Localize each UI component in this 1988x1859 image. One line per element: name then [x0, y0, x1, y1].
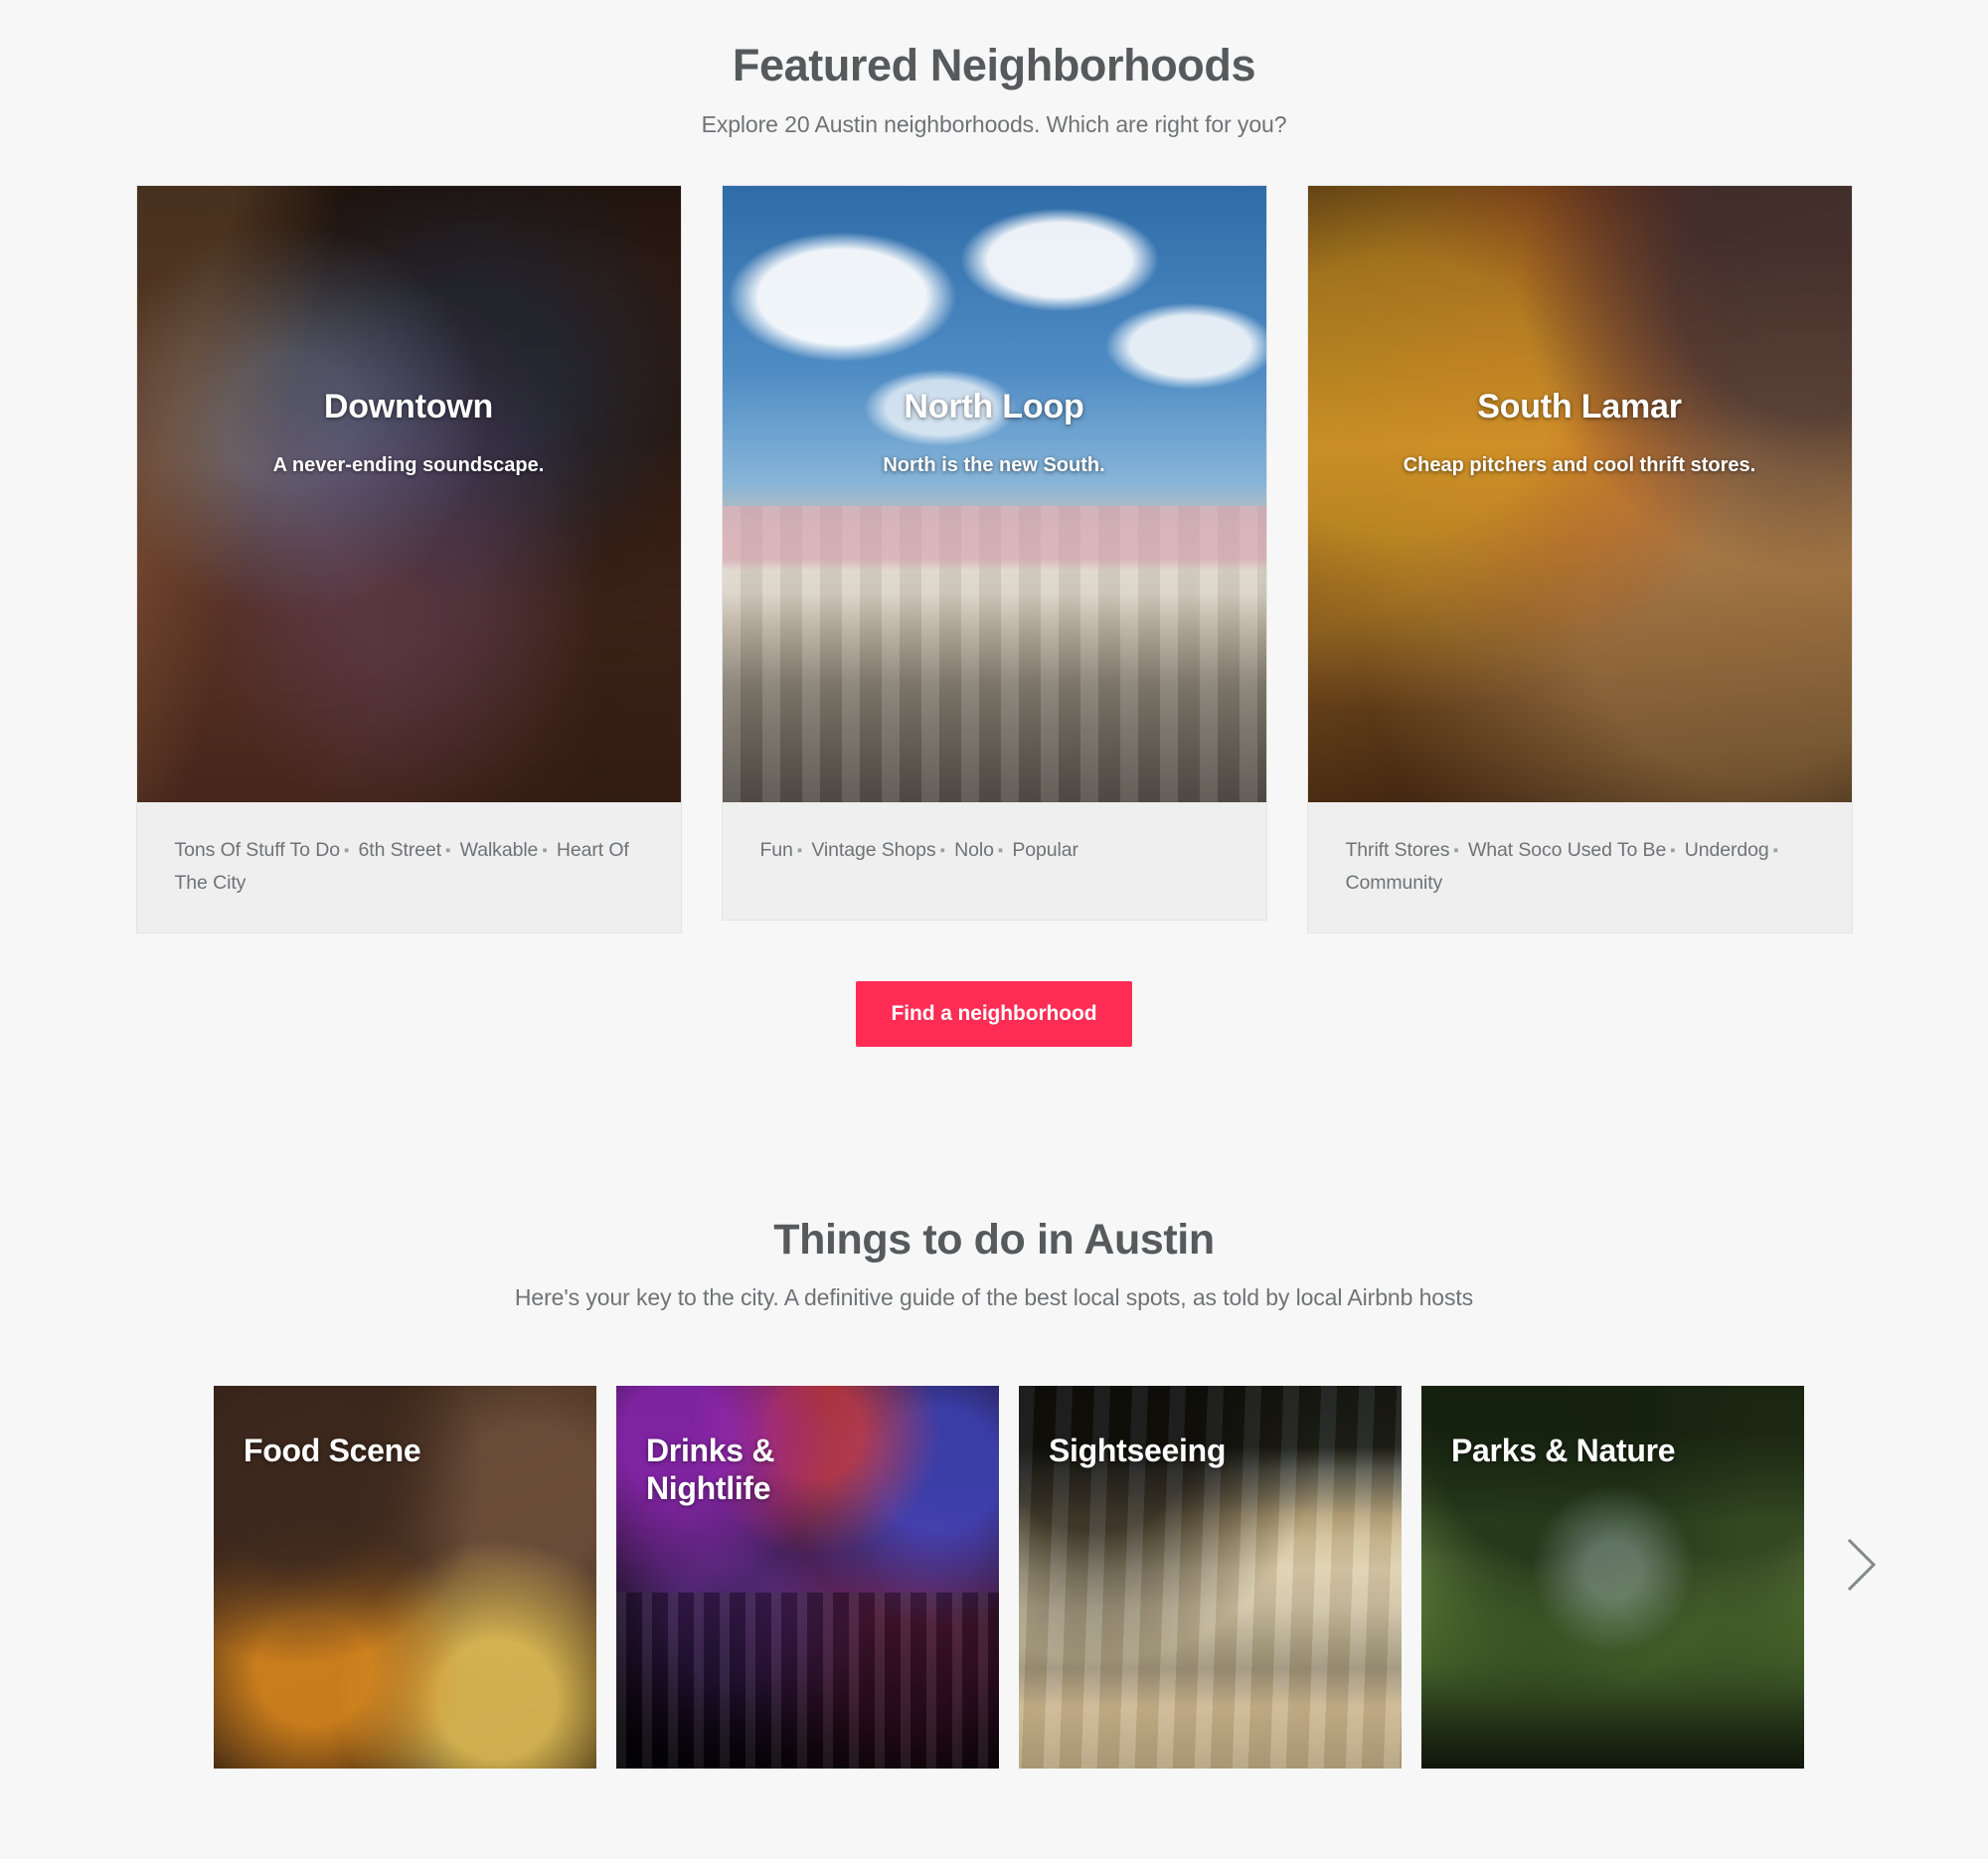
tag-separator-icon: ▪ [939, 841, 945, 859]
chevron-right-icon[interactable] [1840, 1535, 1884, 1595]
tag-item[interactable]: Popular [1012, 839, 1078, 861]
tag-item[interactable]: Walkable [460, 839, 539, 861]
neighborhood-name: North Loop [904, 387, 1084, 425]
tag-separator-icon: ▪ [796, 841, 803, 859]
neighborhood-tags: Fun ▪ Vintage Shops ▪ Nolo ▪ Popular [760, 834, 1229, 867]
things-to-do-subtitle: Here's your key to the city. A definitiv… [514, 1284, 1474, 1311]
tag-separator-icon: ▪ [1670, 841, 1676, 859]
south-lamar-overlay: South Lamar Cheap pitchers and cool thri… [1308, 186, 1852, 477]
thing-card-title: Parks & Nature [1451, 1433, 1676, 1469]
featured-subtitle: Explore 20 Austin neighborhoods. Which a… [701, 110, 1287, 137]
neighborhood-tagline: North is the new South. [883, 453, 1105, 476]
neighborhood-cards-row: Downtown A never-ending soundscape. Tons… [0, 184, 1988, 933]
thing-card-title: Food Scene [244, 1433, 421, 1469]
tag-item[interactable]: Nolo [954, 839, 994, 861]
tag-item[interactable]: Tons Of Stuff To Do [175, 839, 341, 861]
tag-item[interactable]: Community [1346, 872, 1443, 894]
tag-item[interactable]: Vintage Shops [811, 839, 935, 861]
find-a-neighborhood-button[interactable]: Find a neighborhood [855, 980, 1133, 1047]
tag-separator-icon: ▪ [343, 841, 350, 859]
neighborhood-card-footer: Thrift Stores ▪ What Soco Used To Be ▪ Und… [1308, 802, 1852, 932]
thing-card-drinks-nightlife[interactable]: Drinks & Nightlife [616, 1386, 999, 1770]
north-loop-overlay: North Loop North is the new South. [723, 186, 1266, 477]
tag-separator-icon: ▪ [997, 841, 1004, 859]
thing-card-title: Sightseeing [1049, 1433, 1227, 1469]
neighborhood-card-footer: Fun ▪ Vintage Shops ▪ Nolo ▪ Popular [723, 802, 1266, 920]
things-to-do-title: Things to do in Austin [773, 1215, 1215, 1264]
neighborhood-tagline: Cheap pitchers and cool thrift stores. [1403, 453, 1756, 476]
tag-item[interactable]: Fun [760, 839, 793, 861]
neighborhood-tagline: A never-ending soundscape. [272, 453, 545, 476]
featured-neighborhoods-section: Featured Neighborhoods Explore 20 Austin… [0, 0, 1988, 1047]
tag-separator-icon: ▪ [1772, 841, 1778, 859]
neighborhood-photo-north-loop[interactable]: North Loop North is the new South. [722, 185, 1266, 802]
neighborhood-tags: Thrift Stores ▪ What Soco Used To Be ▪ Und… [1346, 834, 1814, 899]
neighborhood-name: Downtown [323, 387, 494, 425]
downtown-overlay: Downtown A never-ending soundscape. [137, 186, 681, 477]
neighborhood-card-footer: Tons Of Stuff To Do ▪ 6th Street ▪ Walkabl… [137, 802, 681, 932]
neighborhood-photo-downtown[interactable]: Downtown A never-ending soundscape. [136, 185, 681, 802]
thing-card-parks-nature[interactable]: Parks & Nature [1421, 1386, 1804, 1770]
thing-card-title: Drinks & Nightlife [646, 1433, 775, 1507]
page-title: Featured Neighborhoods [732, 40, 1256, 90]
tag-separator-icon: ▪ [542, 841, 548, 859]
tag-item[interactable]: Underdog [1685, 839, 1769, 861]
cta-wrapper: Find a neighborhood [0, 980, 1988, 1047]
neighborhood-tags: Tons Of Stuff To Do ▪ 6th Street ▪ Walkabl… [175, 834, 643, 899]
thing-card-sightseeing[interactable]: Sightseeing [1019, 1386, 1402, 1770]
thing-card-food-scene[interactable]: Food Scene [214, 1386, 596, 1770]
neighborhood-card-south-lamar[interactable]: South Lamar Cheap pitchers and cool thri… [1306, 184, 1853, 933]
tag-separator-icon: ▪ [1453, 841, 1459, 859]
neighborhood-card-north-loop[interactable]: North Loop North is the new South. Fun ▪ … [721, 184, 1267, 921]
neighborhood-card-downtown[interactable]: Downtown A never-ending soundscape. Tons… [135, 184, 682, 933]
neighborhood-photo-south-lamar[interactable]: South Lamar Cheap pitchers and cool thri… [1307, 185, 1852, 802]
tag-item[interactable]: Thrift Stores [1346, 839, 1450, 861]
tag-item[interactable]: What Soco Used To Be [1468, 839, 1666, 861]
tag-item[interactable]: 6th Street [359, 839, 442, 861]
things-to-do-carousel: Food Scene Drinks & Nightlife Sightseein… [0, 1386, 1988, 1770]
neighborhood-name: South Lamar [1477, 387, 1682, 425]
tag-separator-icon: ▪ [445, 841, 451, 859]
things-to-do-section: Things to do in Austin Here's your key t… [0, 1215, 1988, 1770]
